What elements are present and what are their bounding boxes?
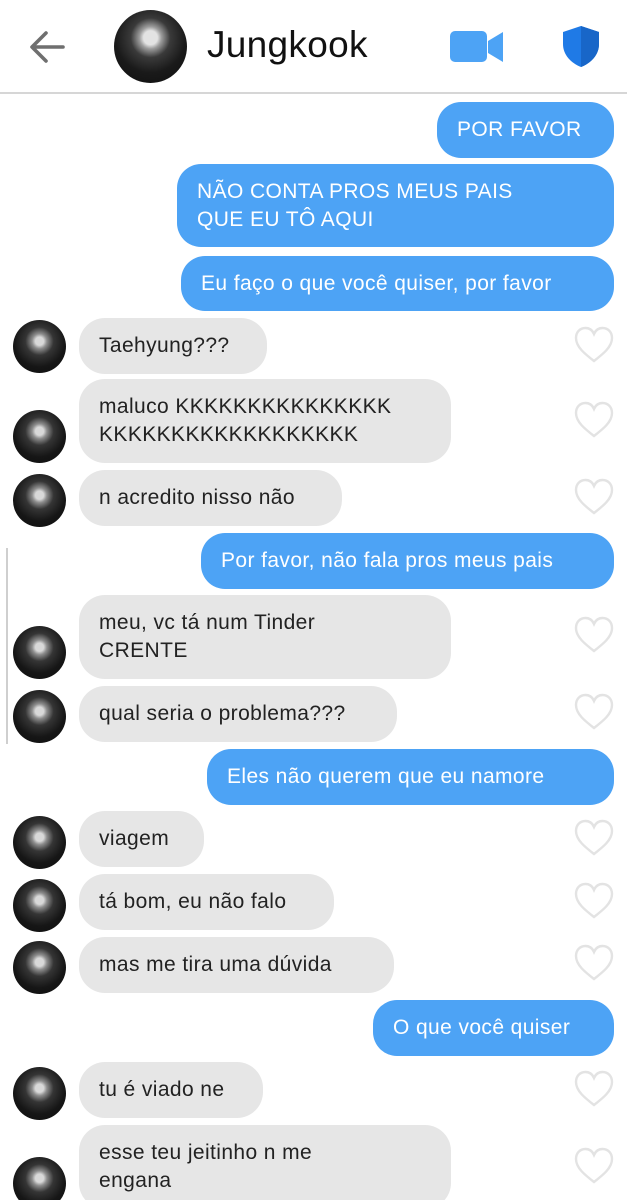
heart-icon[interactable] [573, 882, 615, 920]
message-text: Taehyung??? [99, 334, 230, 357]
chat-screen: Jungkook POR FAVOR NÃO CONTA PROS MEUS P… [0, 0, 627, 1200]
message-text: esse teu jeitinho n me engana [99, 1141, 313, 1192]
heart-icon[interactable] [573, 401, 615, 439]
message-text: O que você quiser [393, 1016, 571, 1039]
heart-icon[interactable] [573, 478, 615, 516]
contact-name[interactable]: Jungkook [207, 24, 368, 66]
message-bubble-outgoing[interactable]: O que você quiser [373, 1000, 614, 1056]
message-text: Eles não querem que eu namore [227, 765, 545, 788]
heart-icon[interactable] [573, 693, 615, 731]
avatar[interactable] [13, 320, 66, 373]
message-bubble-incoming[interactable]: maluco KKKKKKKKKKKKKKK KKKKKKKKKKKKKKKKK… [79, 379, 451, 463]
safety-button[interactable] [561, 24, 601, 68]
video-call-button[interactable] [449, 27, 505, 67]
heart-icon[interactable] [573, 616, 615, 654]
message-bubble-outgoing[interactable]: Eu faço o que você quiser, por favor [181, 256, 614, 311]
message-text: qual seria o problema??? [99, 702, 346, 725]
message-bubble-incoming[interactable]: esse teu jeitinho n me engana [79, 1125, 451, 1200]
message-bubble-incoming[interactable]: meu, vc tá num Tinder CRENTE [79, 595, 451, 679]
message-text: mas me tira uma dúvida [99, 953, 332, 976]
message-text: Por favor, não fala pros meus pais [221, 549, 554, 572]
back-button[interactable] [24, 24, 70, 70]
message-text: POR FAVOR [457, 118, 582, 141]
video-camera-icon [450, 31, 503, 62]
heart-icon[interactable] [573, 1070, 615, 1108]
avatar[interactable] [13, 626, 66, 679]
message-text: viagem [99, 827, 170, 850]
shield-icon [563, 26, 599, 67]
message-text: NÃO CONTA PROS MEUS PAIS QUE EU TÔ AQUI [197, 179, 513, 231]
avatar[interactable] [13, 941, 66, 994]
message-list[interactable]: POR FAVOR NÃO CONTA PROS MEUS PAIS QUE E… [0, 96, 627, 1200]
arrow-left-icon [30, 31, 65, 63]
avatar[interactable] [13, 474, 66, 527]
heart-icon[interactable] [573, 944, 615, 982]
avatar[interactable] [13, 410, 66, 463]
contact-avatar[interactable] [114, 10, 187, 83]
avatar[interactable] [13, 690, 66, 743]
message-text: tu é viado ne [99, 1078, 225, 1101]
message-bubble-outgoing[interactable]: POR FAVOR [437, 102, 614, 158]
avatar[interactable] [13, 816, 66, 869]
message-bubble-incoming[interactable]: n acredito nisso não [79, 470, 342, 526]
message-bubble-outgoing[interactable]: Eles não querem que eu namore [207, 749, 614, 805]
message-bubble-incoming[interactable]: qual seria o problema??? [79, 686, 397, 742]
message-bubble-incoming[interactable]: viagem [79, 811, 204, 867]
message-text: maluco KKKKKKKKKKKKKKK KKKKKKKKKKKKKKKKK… [99, 395, 392, 446]
message-bubble-incoming[interactable]: tá bom, eu não falo [79, 874, 334, 930]
avatar[interactable] [13, 1067, 66, 1120]
message-bubble-outgoing[interactable]: NÃO CONTA PROS MEUS PAIS QUE EU TÔ AQUI [177, 164, 614, 247]
avatar[interactable] [13, 879, 66, 932]
message-bubble-incoming[interactable]: Taehyung??? [79, 318, 267, 374]
message-bubble-outgoing[interactable]: Por favor, não fala pros meus pais [201, 533, 614, 589]
message-bubble-incoming[interactable]: tu é viado ne [79, 1062, 263, 1118]
message-text: n acredito nisso não [99, 486, 295, 509]
heart-icon[interactable] [573, 819, 615, 857]
chat-header: Jungkook [0, 0, 627, 94]
heart-icon[interactable] [573, 326, 615, 364]
avatar[interactable] [13, 1157, 66, 1200]
message-bubble-incoming[interactable]: mas me tira uma dúvida [79, 937, 394, 993]
message-text: tá bom, eu não falo [99, 890, 287, 913]
heart-icon[interactable] [573, 1147, 615, 1185]
message-text: meu, vc tá num Tinder CRENTE [99, 611, 316, 662]
message-text: Eu faço o que você quiser, por favor [201, 271, 552, 295]
